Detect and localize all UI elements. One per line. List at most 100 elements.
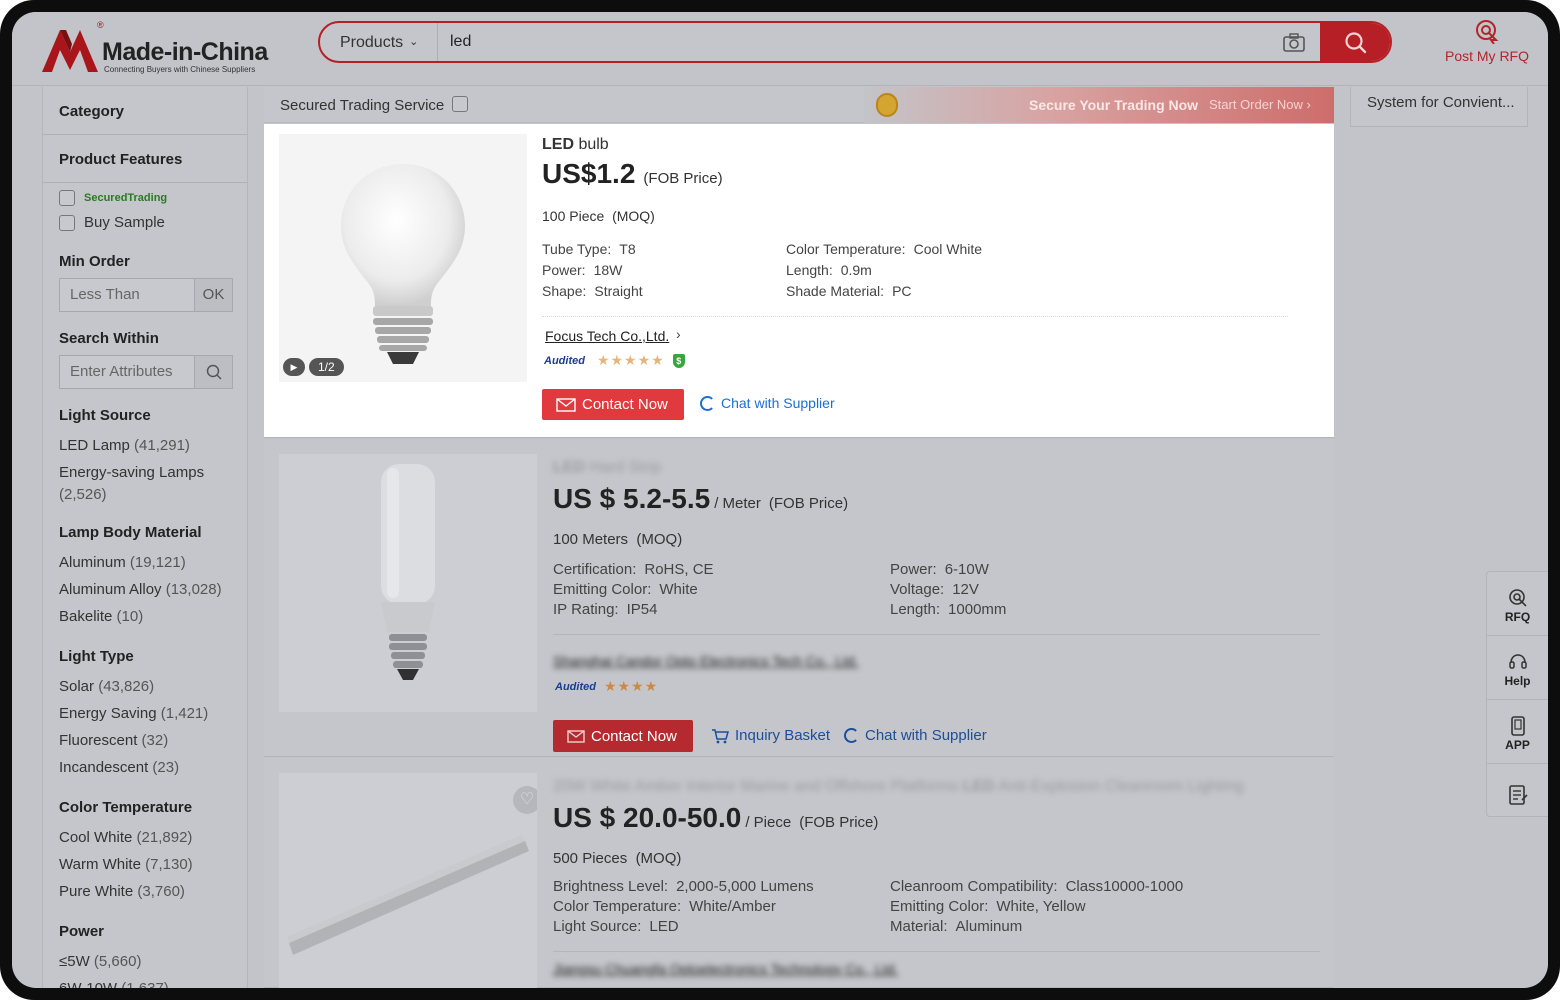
- filter-option[interactable]: Energy-saving Lamps (2,526): [59, 462, 247, 506]
- supplier-link[interactable]: Jiangsu Chuangfa Optoelectronics Technol…: [553, 961, 898, 977]
- promo-title: Secure Your Trading Now: [1029, 97, 1199, 113]
- light-bulb-image: [279, 134, 527, 382]
- audited-badge[interactable]: Audited: [555, 681, 596, 693]
- product-attributes: Tube Type: T8 Color Temperature: Cool Whit…: [542, 241, 1086, 299]
- min-order-ok-button[interactable]: OK: [194, 279, 232, 311]
- notes-shortcut[interactable]: [1487, 764, 1548, 828]
- filter-sidebar: Category Product Features SecuredTrading…: [42, 87, 248, 988]
- search-icon: [206, 364, 222, 380]
- filter-option[interactable]: Incandescent (23): [59, 754, 247, 781]
- help-shortcut[interactable]: Help: [1487, 636, 1548, 700]
- secured-trading-service-label: Secured Trading Service: [280, 97, 445, 114]
- device-frame: ® Made-in-China Connecting Buyers with C…: [0, 0, 1560, 1000]
- post-rfq-button[interactable]: Post My RFQ: [1432, 18, 1542, 78]
- product-card: ♡ 20W White Amber Interior Marine and Of…: [264, 758, 1334, 988]
- divider: [553, 634, 1320, 635]
- site-logo[interactable]: ® Made-in-China Connecting Buyers with C…: [42, 20, 282, 76]
- secured-trading-banner: Secured Trading Service Secure Your Trad…: [264, 87, 1334, 123]
- camera-search-icon[interactable]: [1282, 31, 1306, 53]
- filter-option[interactable]: 6W-10W (1,637): [59, 975, 247, 988]
- filter-group-light-source: Light Source LED Lamp (41,291) Energy-sa…: [59, 407, 247, 506]
- filter-option[interactable]: Solar (43,826): [59, 673, 247, 700]
- attribute: Cleanroom Compatibility: Class10000-1000: [890, 878, 1184, 895]
- secured-trading-checkbox[interactable]: [59, 189, 75, 206]
- mail-icon: [556, 397, 576, 412]
- filter-group-color-temperature: Color Temperature Cool White (21,892) Wa…: [59, 799, 247, 905]
- search-within-input[interactable]: Enter Attributes: [60, 356, 194, 388]
- filter-option[interactable]: Cool White (21,892): [59, 824, 247, 851]
- rfq-shortcut[interactable]: RFQ: [1487, 572, 1548, 636]
- attribute: Brightness Level: 2,000-5,000 Lumens: [553, 878, 814, 895]
- filter-product-features-heading: Product Features: [43, 135, 247, 183]
- search-input[interactable]: led: [450, 23, 471, 61]
- filter-group-title: Lamp Body Material: [59, 524, 202, 541]
- product-card: LED Hard Strip US $ 5.2-5.5/ Meter (FOB P…: [264, 439, 1334, 757]
- product-title[interactable]: LED Hard Strip: [553, 459, 661, 477]
- product-title[interactable]: 20W White Amber Interior Marine and Offs…: [553, 778, 1244, 796]
- inquiry-basket-link[interactable]: Inquiry Basket: [711, 727, 830, 744]
- filter-option[interactable]: Bakelite (10): [59, 603, 247, 630]
- search-within-button[interactable]: [194, 356, 232, 388]
- supplier-link[interactable]: Focus Tech Co.,Ltd.: [545, 328, 669, 344]
- min-order-heading: Min Order: [59, 253, 130, 270]
- supplier-badges: Audited ★★★★★ $: [544, 352, 685, 369]
- rfq-target-icon: [1508, 589, 1527, 607]
- media-indicator[interactable]: ▶ 1/2: [283, 358, 344, 376]
- contact-now-button[interactable]: Contact Now: [553, 720, 693, 752]
- product-moq: 500 Pieces (MOQ): [553, 850, 682, 867]
- filter-option[interactable]: Fluorescent (32): [59, 727, 247, 754]
- logo-tagline: Connecting Buyers with Chinese Suppliers: [104, 65, 256, 74]
- coin-icon: [876, 93, 898, 117]
- contact-now-button[interactable]: Contact Now: [542, 389, 684, 420]
- secured-trading-toggle[interactable]: Secured Trading Service: [280, 96, 477, 114]
- filter-group-light-type: Light Type Solar (43,826) Energy Saving …: [59, 648, 247, 781]
- min-order-input[interactable]: Less Than: [60, 279, 194, 311]
- attribute: IP Rating: IP54: [553, 601, 658, 618]
- secured-trading-label: SecuredTrading: [84, 191, 168, 204]
- favorite-heart-icon[interactable]: ♡: [513, 786, 537, 814]
- chat-with-supplier-link[interactable]: Chat with Supplier: [844, 727, 987, 744]
- attribute: Emitting Color: White: [553, 581, 698, 598]
- secured-trading-filter[interactable]: SecuredTrading: [59, 185, 247, 210]
- chat-with-supplier-link[interactable]: Chat with Supplier: [700, 395, 835, 411]
- secure-trading-promo[interactable]: Secure Your Trading Now Start Order Now …: [864, 87, 1334, 123]
- headset-icon: [1508, 654, 1527, 669]
- buy-sample-checkbox[interactable]: [59, 214, 75, 231]
- search-category-select[interactable]: Products ⌄: [320, 23, 438, 61]
- rating-stars: ★★★★: [603, 678, 659, 694]
- secured-trading-service-checkbox[interactable]: [452, 96, 469, 112]
- divider: [542, 316, 1288, 317]
- product-title[interactable]: LED bulb: [542, 136, 609, 154]
- filter-category-heading[interactable]: Category: [43, 87, 247, 135]
- audited-badge[interactable]: Audited: [544, 355, 585, 367]
- product-image[interactable]: [279, 454, 537, 712]
- led-tube-bulb-image: [279, 454, 537, 712]
- filter-group-title: Light Type: [59, 648, 134, 665]
- search-button[interactable]: [1320, 23, 1390, 61]
- start-order-link[interactable]: Start Order Now ›: [1209, 97, 1311, 112]
- play-icon[interactable]: ▶: [283, 358, 305, 376]
- buy-sample-filter[interactable]: Buy Sample: [59, 210, 247, 235]
- chevron-right-icon[interactable]: ›: [676, 326, 681, 342]
- filter-option[interactable]: ≤5W (5,660): [59, 948, 247, 975]
- search-results: Secured Trading Service Secure Your Trad…: [264, 87, 1334, 988]
- filter-option[interactable]: Energy Saving (1,421): [59, 700, 247, 727]
- filter-option[interactable]: Aluminum (19,121): [59, 549, 247, 576]
- app-shortcut[interactable]: APP: [1487, 700, 1548, 764]
- filter-option[interactable]: Pure White (3,760): [59, 878, 247, 905]
- product-image[interactable]: ♡: [279, 773, 537, 988]
- related-topic-card[interactable]: System for Convient...: [1350, 87, 1528, 127]
- attribute: Color Temperature: White/Amber: [553, 898, 776, 915]
- filter-option[interactable]: LED Lamp (41,291): [59, 432, 247, 459]
- product-price: US $ 20.0-50.0/ Piece (FOB Price): [553, 802, 879, 833]
- divider: [553, 951, 1320, 952]
- min-order-field: Less Than OK: [59, 278, 233, 312]
- shield-icon[interactable]: $: [672, 353, 685, 368]
- filter-option[interactable]: Warm White (7,130): [59, 851, 247, 878]
- supplier-link[interactable]: Shanghai Candor Opto Electronics Tech Co…: [553, 653, 859, 669]
- attribute: Light Source: LED: [553, 918, 679, 935]
- product-image[interactable]: ▶ 1/2: [279, 134, 527, 382]
- filter-option[interactable]: Aluminum Alloy (13,028): [59, 576, 247, 603]
- mobile-phone-icon: [1510, 716, 1525, 736]
- post-rfq-label: Post My RFQ: [1444, 48, 1529, 64]
